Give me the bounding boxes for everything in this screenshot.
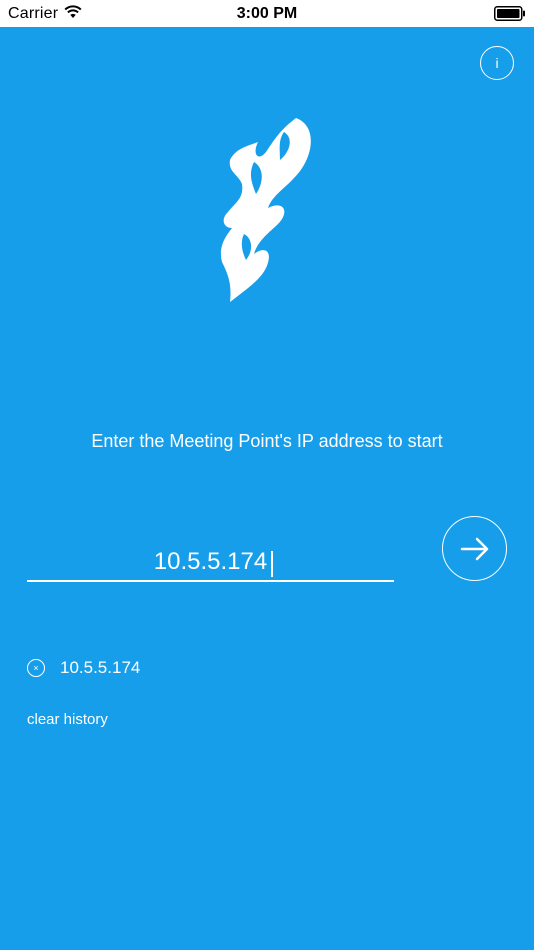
status-bar: Carrier 3:00 PM [0, 0, 534, 27]
history-item: × 10.5.5.174 [27, 655, 140, 681]
flame-logo [220, 118, 311, 302]
clear-history-button[interactable]: clear history [27, 711, 108, 728]
remove-history-icon[interactable]: × [27, 659, 45, 677]
connect-button[interactable] [442, 516, 507, 581]
arrow-right-icon [460, 537, 488, 560]
ip-address-input[interactable] [27, 544, 394, 582]
history-ip-address[interactable]: 10.5.5.174 [60, 658, 140, 678]
info-button[interactable]: i [480, 46, 514, 80]
ip-prompt-text: Enter the Meeting Point's IP address to … [91, 431, 443, 451]
battery-icon [494, 6, 525, 21]
status-time: 3:00 PM [236, 5, 298, 22]
text-caret [271, 551, 273, 577]
info-icon: i [495, 55, 499, 71]
